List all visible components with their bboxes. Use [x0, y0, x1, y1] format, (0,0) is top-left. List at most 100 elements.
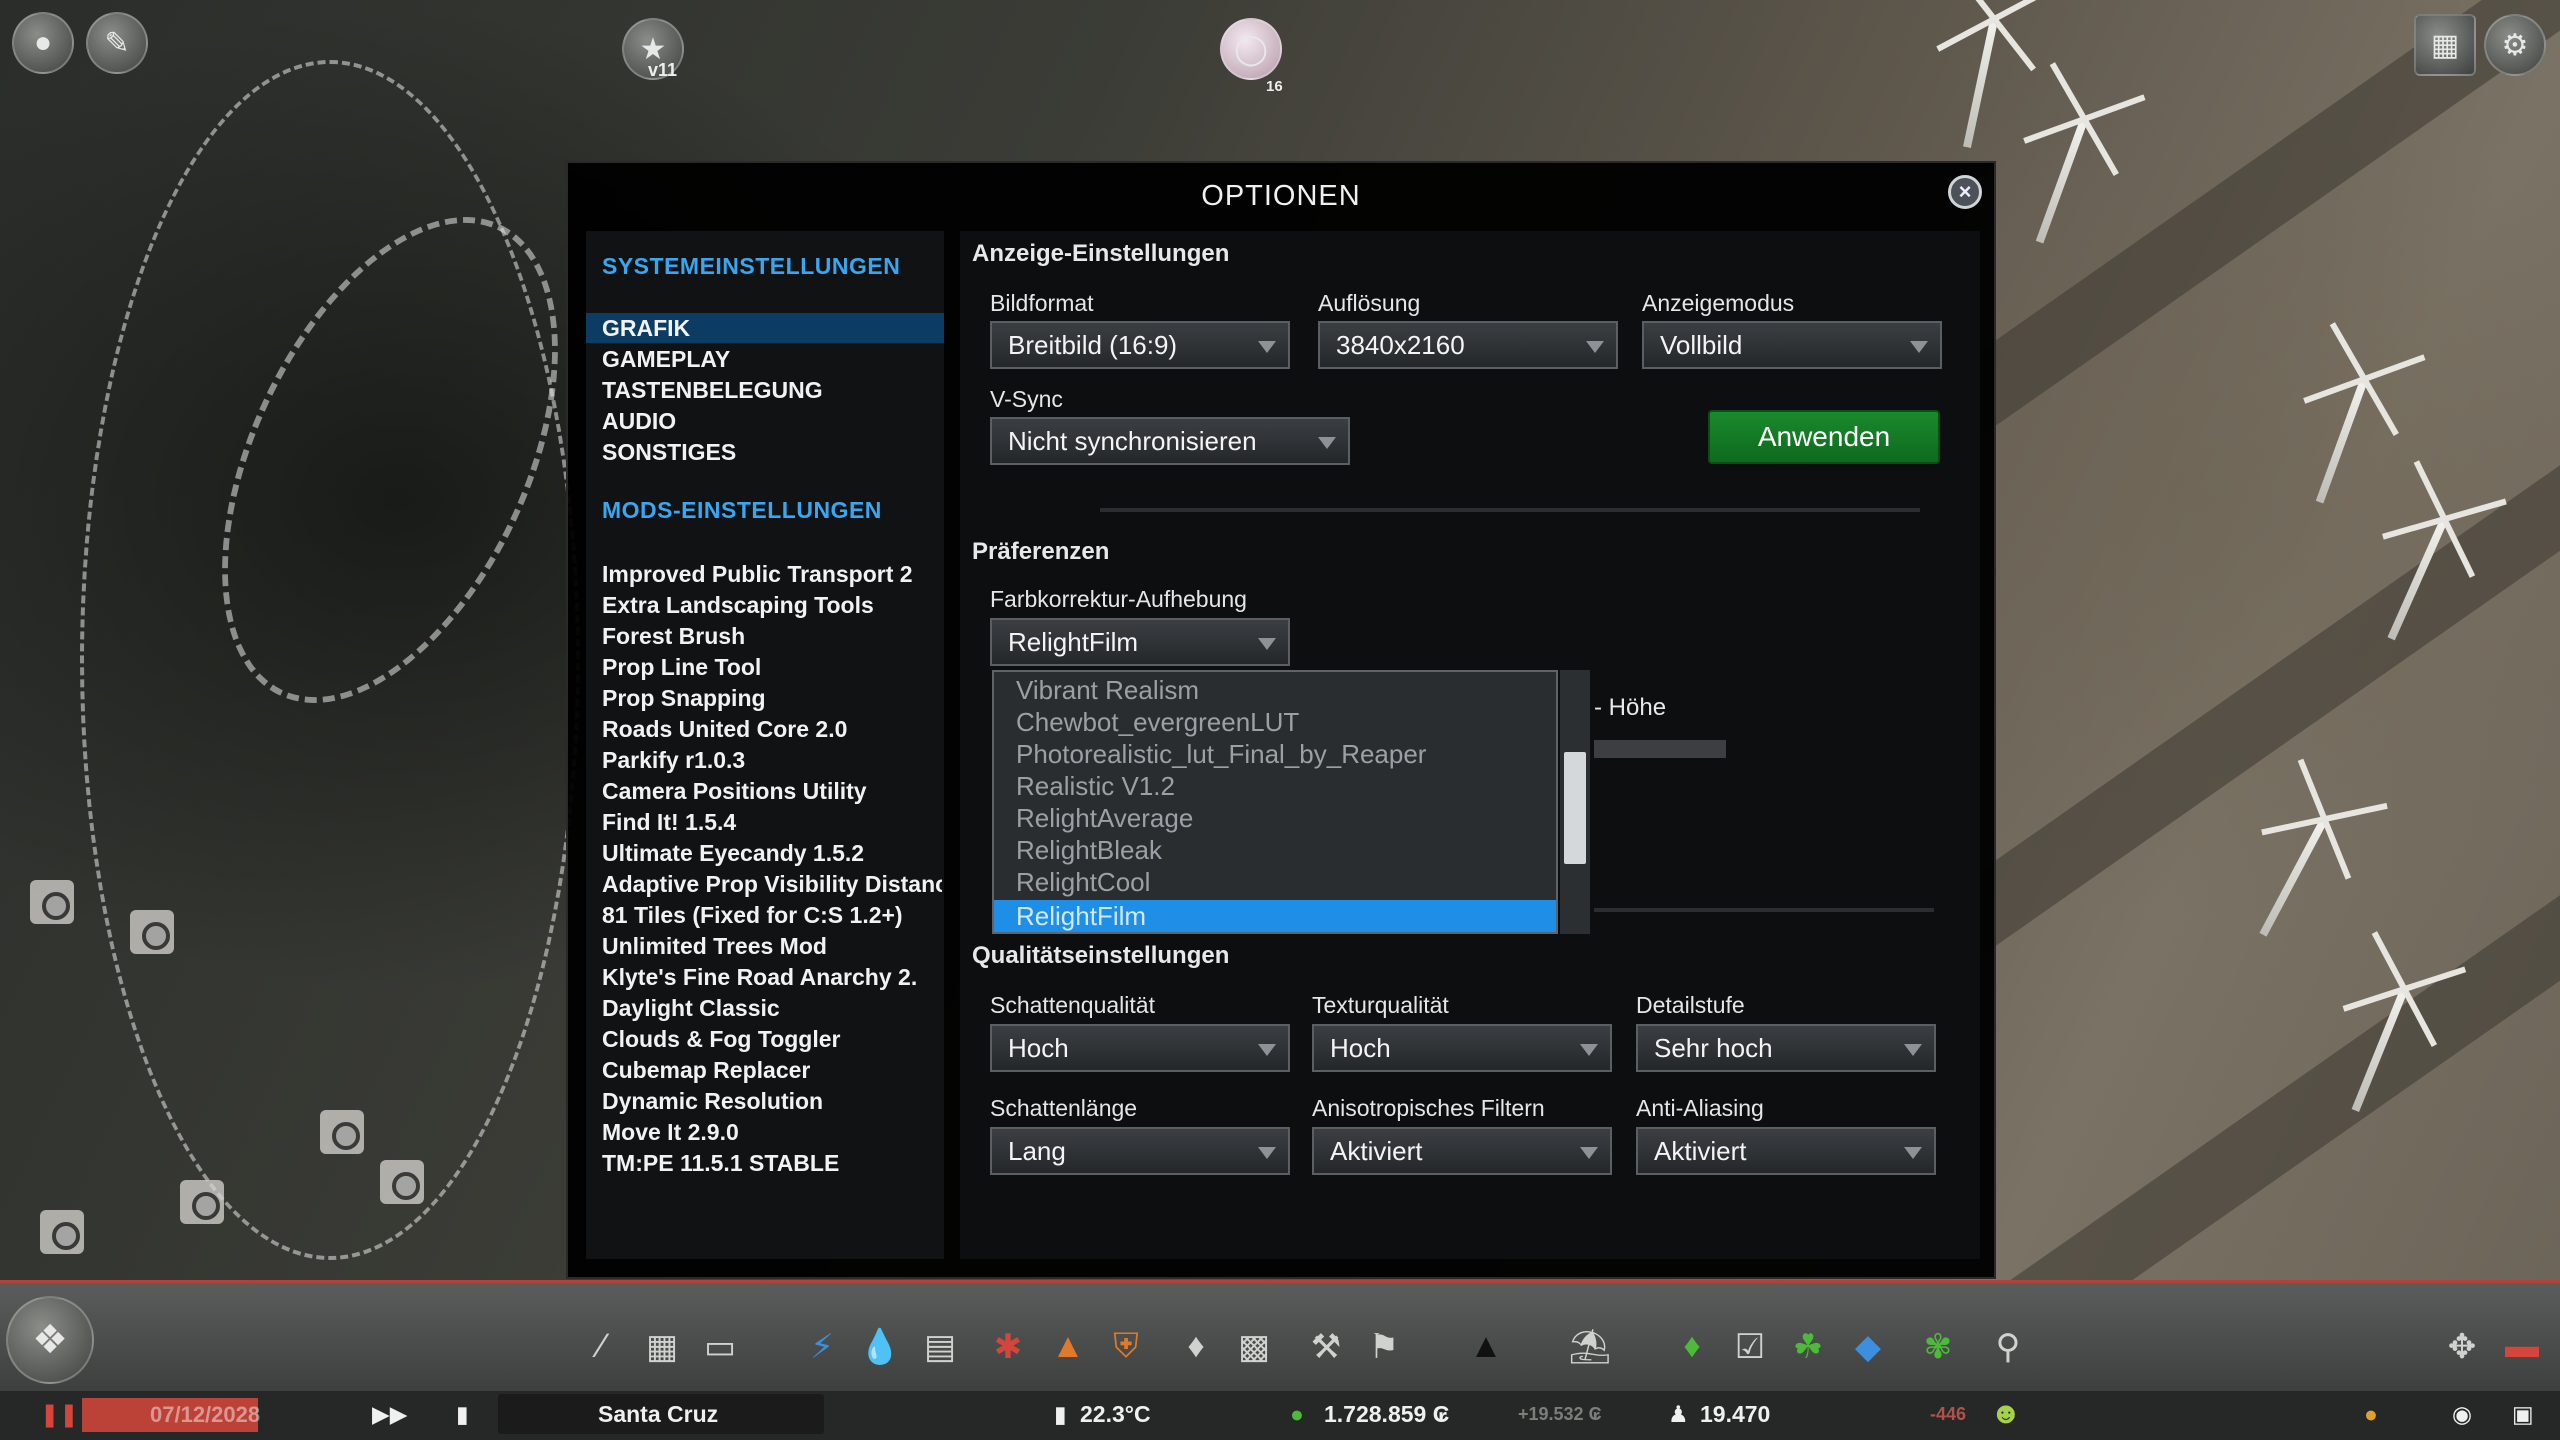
sidebar-item-tastenbelegung[interactable]: TASTENBELEGUNG [586, 375, 944, 405]
texture-quality-value: Hoch [1330, 1033, 1391, 1063]
info-views-icon[interactable]: ✎ [86, 12, 148, 74]
sidebar-item-sonstiges[interactable]: SONSTIGES [586, 437, 944, 467]
money-balance: 1.728.859 ₢ [1324, 1401, 1450, 1427]
mod-item[interactable]: 81 Tiles (Fixed for C:S 1.2+) [602, 900, 942, 930]
money-icon[interactable]: ♦ [1670, 1327, 1714, 1366]
lut-dropdown[interactable]: RelightFilm [990, 618, 1290, 666]
mod-item[interactable]: Dynamic Resolution [602, 1086, 942, 1116]
roads-icon[interactable]: ∕ [580, 1327, 624, 1366]
mod-item[interactable]: Roads United Core 2.0 [602, 714, 942, 744]
chirp-icon[interactable]: ● [2364, 1394, 2378, 1434]
economy-icon[interactable]: ☘ [1786, 1327, 1830, 1367]
chevron-down-icon [1258, 341, 1276, 353]
landscaping-icon[interactable]: ⛱ [1568, 1327, 1612, 1367]
mod-item[interactable]: TM:PE 11.5.1 STABLE [602, 1148, 942, 1178]
mod-item[interactable]: Camera Positions Utility [602, 776, 942, 806]
happiness-icon[interactable]: ☻ [1990, 1394, 2022, 1434]
mod-item[interactable]: Find It! 1.5.4 [602, 807, 942, 837]
lut-option[interactable]: RelightCool [994, 866, 1556, 898]
healthcare-icon[interactable]: ✱ [986, 1327, 1030, 1367]
area-icon[interactable]: ◆ [1846, 1327, 1890, 1367]
chevron-down-icon [1580, 1147, 1598, 1159]
fire-icon[interactable]: ▲ [1046, 1327, 1090, 1366]
policies-icon[interactable]: ☑ [1728, 1327, 1772, 1367]
city-info-small-icon[interactable]: ▮ [456, 1394, 469, 1434]
detail-level-dropdown[interactable]: Sehr hoch [1636, 1024, 1936, 1072]
mod-item[interactable]: Daylight Classic [602, 993, 942, 1023]
search-icon[interactable]: ⚲ [1986, 1327, 2030, 1367]
pause-icon[interactable]: ❚❚ [40, 1394, 79, 1434]
mod-item[interactable]: Ultimate Eyecandy 1.5.2 [602, 838, 942, 868]
city-name[interactable]: Santa Cruz [598, 1394, 718, 1434]
mod-item[interactable]: Improved Public Transport 2 [602, 559, 942, 589]
display-mode-label: Anzeigemodus [1642, 290, 1795, 316]
garbage-icon[interactable]: ▤ [918, 1327, 962, 1367]
aspect-dropdown[interactable]: Breitbild (16:9) [990, 321, 1290, 369]
chevron-down-icon [1904, 1044, 1922, 1056]
zoning-icon[interactable]: ▦ [640, 1327, 684, 1367]
lut-option[interactable]: Realistic V1.2 [994, 770, 1556, 802]
monuments-icon[interactable]: ⚑ [1362, 1327, 1406, 1367]
texture-quality-label: Texturqualität [1312, 992, 1449, 1018]
mod-item[interactable]: Prop Line Tool [602, 652, 942, 682]
districts-icon[interactable]: ▭ [698, 1327, 742, 1367]
mod-item[interactable]: Clouds & Fog Toggler [602, 1024, 942, 1054]
mod-item[interactable]: Adaptive Prop Visibility Distance [602, 869, 942, 899]
sidebar-item-grafik[interactable]: GRAFIK [586, 313, 944, 343]
lut-option[interactable]: Chewbot_evergreenLUT [994, 706, 1556, 738]
milestone-orb-icon[interactable]: ◯ [1220, 18, 1282, 80]
fast-forward-icon[interactable]: ▶▶ [372, 1394, 407, 1434]
milestones-icon[interactable]: ✾ [1916, 1327, 1960, 1367]
water-icon[interactable]: 💧 [858, 1327, 902, 1367]
lut-option-selected[interactable]: RelightFilm [994, 900, 1556, 932]
lut-label: Farbkorrektur-Aufhebung [990, 586, 1247, 612]
aspect-value: Breitbild (16:9) [1008, 330, 1178, 360]
dialog-title: OPTIONEN [1201, 180, 1361, 212]
hidden-setting-slider[interactable] [1594, 740, 1726, 758]
sidebar-item-gameplay[interactable]: GAMEPLAY [586, 344, 944, 374]
mod-item[interactable]: Extra Landscaping Tools [602, 590, 942, 620]
shadow-quality-dropdown[interactable]: Hoch [990, 1024, 1290, 1072]
shadow-length-label: Schattenlänge [990, 1095, 1138, 1121]
mod-item[interactable]: Move It 2.9.0 [602, 1117, 942, 1147]
vsync-dropdown[interactable]: Nicht synchronisieren [990, 417, 1350, 465]
mod-item[interactable]: Unlimited Trees Mod [602, 931, 942, 961]
apply-button[interactable]: Anwenden [1708, 410, 1940, 464]
hide-ui-icon[interactable]: ▣ [2512, 1394, 2534, 1434]
close-icon[interactable]: × [1948, 175, 1982, 209]
chevron-down-icon [1580, 1044, 1598, 1056]
lut-list-scroll-thumb[interactable] [1564, 752, 1586, 864]
lut-option[interactable]: Vibrant Realism [994, 674, 1556, 706]
sidebar-item-audio[interactable]: AUDIO [586, 406, 944, 436]
mod-item[interactable]: Cubemap Replacer [602, 1055, 942, 1085]
police-icon[interactable]: ⛨ [1104, 1327, 1148, 1366]
texture-quality-dropdown[interactable]: Hoch [1312, 1024, 1612, 1072]
education-icon[interactable]: ♦ [1174, 1327, 1218, 1366]
camera-icon[interactable]: ◉ [2452, 1394, 2472, 1434]
version-badge: v11 [648, 60, 678, 80]
bulldozer-icon[interactable]: ▬ [2500, 1327, 2544, 1366]
mod-item[interactable]: Klyte's Fine Road Anarchy 2. [602, 962, 942, 992]
mod-item[interactable]: Prop Snapping [602, 683, 942, 713]
chevron-down-icon [1258, 1147, 1276, 1159]
disasters-icon[interactable]: ▲ [1464, 1327, 1508, 1366]
anisotropic-dropdown[interactable]: Aktiviert [1312, 1127, 1612, 1175]
unlock-icon[interactable]: ● [12, 12, 74, 74]
screenshot-icon[interactable]: ▦ [2414, 14, 2476, 76]
display-mode-dropdown[interactable]: Vollbild [1642, 321, 1942, 369]
electricity-icon[interactable]: ⚡ [800, 1327, 844, 1367]
mod-item[interactable]: Parkify r1.0.3 [602, 745, 942, 775]
lut-option[interactable]: Photorealistic_lut_Final_by_Reaper [994, 738, 1556, 770]
gear-icon[interactable]: ⚙ [2484, 14, 2546, 76]
resolution-dropdown[interactable]: 3840x2160 [1318, 321, 1618, 369]
shadow-length-dropdown[interactable]: Lang [990, 1127, 1290, 1175]
section-divider [1100, 508, 1920, 512]
lut-option[interactable]: RelightAverage [994, 802, 1556, 834]
lut-option[interactable]: RelightBleak [994, 834, 1556, 866]
beautification-icon[interactable]: ⚒ [1304, 1327, 1348, 1367]
public-transport-icon[interactable]: ▩ [1232, 1327, 1276, 1367]
move-camera-icon[interactable]: ✥ [2440, 1327, 2484, 1367]
mod-item[interactable]: Forest Brush [602, 621, 942, 651]
antialiasing-dropdown[interactable]: Aktiviert [1636, 1127, 1936, 1175]
city-info-icon[interactable]: ❖ [6, 1296, 94, 1384]
